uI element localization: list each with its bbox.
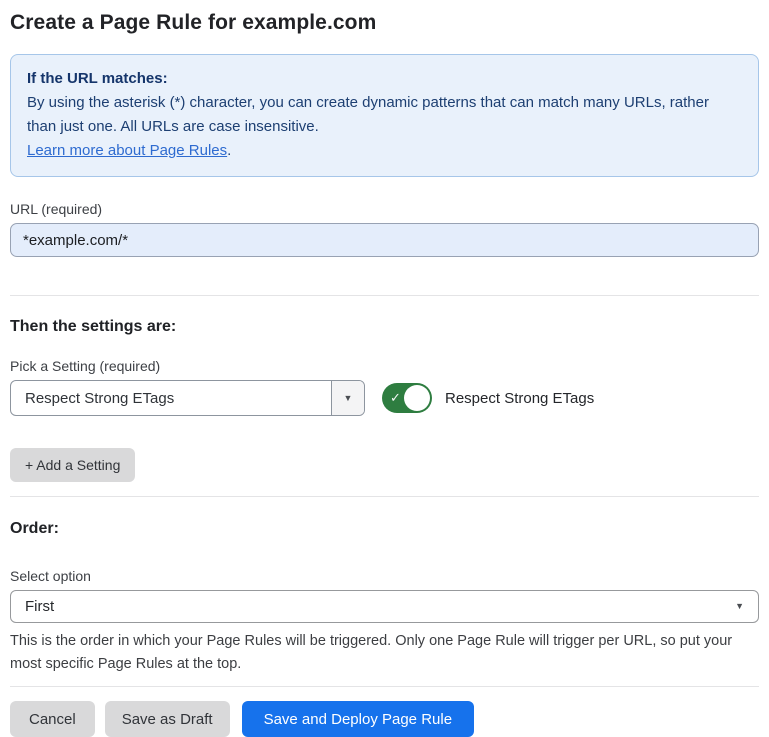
toggle-knob bbox=[404, 385, 430, 411]
order-select-label: Select option bbox=[10, 568, 759, 585]
save-as-draft-button[interactable]: Save as Draft bbox=[105, 701, 230, 737]
learn-more-link[interactable]: Learn more about Page Rules bbox=[27, 142, 227, 159]
page-rule-form: Create a Page Rule for example.com If th… bbox=[0, 11, 769, 737]
save-and-deploy-button[interactable]: Save and Deploy Page Rule bbox=[242, 701, 474, 737]
settings-section-heading: Then the settings are: bbox=[10, 317, 759, 337]
setting-select[interactable]: Respect Strong ETags ▼ bbox=[10, 380, 365, 416]
page-title: Create a Page Rule for example.com bbox=[10, 11, 759, 35]
link-period: . bbox=[227, 142, 231, 159]
order-select[interactable]: First ▼ bbox=[10, 590, 759, 623]
check-icon: ✓ bbox=[390, 389, 401, 407]
setting-row: Respect Strong ETags ▼ ✓ Respect Strong … bbox=[10, 380, 759, 416]
info-box-link-line: Learn more about Page Rules. bbox=[27, 139, 742, 163]
url-input[interactable] bbox=[10, 223, 759, 257]
url-match-info-box: If the URL matches: By using the asteris… bbox=[10, 54, 759, 177]
setting-select-arrow-box[interactable]: ▼ bbox=[331, 381, 364, 415]
info-box-body: By using the asterisk (*) character, you… bbox=[27, 91, 742, 139]
section-divider bbox=[10, 295, 759, 296]
add-setting-button[interactable]: + Add a Setting bbox=[10, 448, 135, 482]
etags-toggle-label: Respect Strong ETags bbox=[445, 390, 594, 407]
form-actions: Cancel Save as Draft Save and Deploy Pag… bbox=[10, 701, 759, 737]
url-field-label: URL (required) bbox=[10, 201, 759, 218]
pick-setting-label: Pick a Setting (required) bbox=[10, 358, 759, 375]
setting-select-value: Respect Strong ETags bbox=[11, 381, 331, 415]
order-select-value: First bbox=[25, 598, 54, 615]
order-section-heading: Order: bbox=[10, 519, 759, 539]
order-help-text: This is the order in which your Page Rul… bbox=[10, 630, 755, 676]
cancel-button[interactable]: Cancel bbox=[10, 701, 95, 737]
section-divider bbox=[10, 496, 759, 497]
etags-toggle[interactable]: ✓ bbox=[382, 383, 432, 413]
chevron-down-icon: ▼ bbox=[344, 394, 353, 403]
section-divider bbox=[10, 686, 759, 687]
chevron-down-icon: ▼ bbox=[735, 602, 744, 611]
info-box-heading: If the URL matches: bbox=[27, 67, 742, 91]
